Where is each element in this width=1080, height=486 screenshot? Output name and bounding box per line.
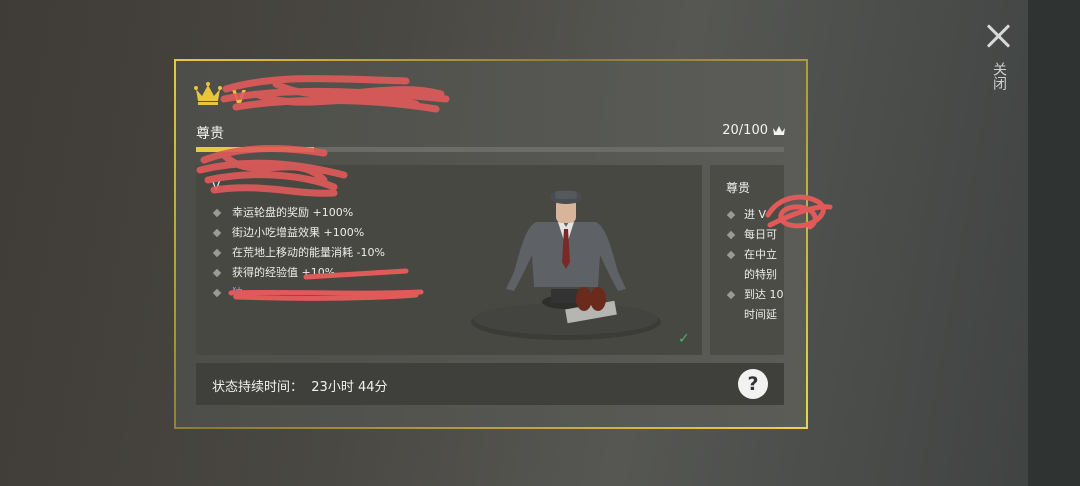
status-duration-bar: 状态持续时间： 23小时 44分 ? bbox=[196, 363, 784, 405]
close-label: 关闭 bbox=[991, 62, 1007, 90]
benefits-card[interactable]: V 幸运轮盘的奖励 +100% 街边小吃增益效果 +100% 在荒地上移动的能量… bbox=[196, 145, 702, 355]
honor-tier-title: 尊贵 bbox=[726, 181, 751, 195]
right-edge-band bbox=[1028, 0, 1080, 486]
crown-icon bbox=[773, 125, 785, 135]
benefits-heading-prefix: V bbox=[212, 179, 221, 193]
list-item: 街边小吃增益效果 +100% bbox=[210, 223, 385, 243]
exclusive-item-link[interactable]: 独 bbox=[210, 283, 385, 303]
vip-progress-bar bbox=[196, 147, 784, 152]
close-button[interactable]: 关闭 bbox=[985, 22, 1013, 102]
check-icon: ✓ bbox=[678, 331, 690, 347]
redaction-scribble bbox=[220, 75, 450, 113]
tab-honor[interactable]: 尊贵 bbox=[196, 123, 224, 143]
list-item: 每日可 bbox=[724, 225, 784, 245]
redaction-scribble bbox=[196, 145, 348, 197]
vip-points-count: 20/100 bbox=[722, 123, 786, 138]
list-item: 进 V bbox=[724, 205, 784, 225]
list-item: 在荒地上移动的能量消耗 -10% bbox=[210, 243, 385, 263]
outfit-preview-image bbox=[471, 190, 661, 340]
vip-progress-fill bbox=[196, 147, 314, 152]
status-duration: 状态持续时间： 23小时 44分 bbox=[212, 380, 388, 395]
list-item: 获得的经验值 +10% bbox=[210, 263, 385, 283]
list-item: 到达 10 bbox=[724, 285, 784, 305]
help-button[interactable]: ? bbox=[738, 369, 768, 399]
list-item: 时间延 bbox=[744, 308, 777, 321]
vip-panel: V 尊贵 20/100 V 幸运轮盘的奖励 +100% 街边小吃增益效果 +10… bbox=[174, 59, 833, 429]
list-item: 在中立 bbox=[724, 245, 784, 265]
honor-tier-card[interactable]: 尊贵 进 V 每日可 在中立 的特别 到达 10 时间延 bbox=[710, 165, 784, 355]
panel-title-prefix: V bbox=[232, 87, 246, 108]
benefits-list: 幸运轮盘的奖励 +100% 街边小吃增益效果 +100% 在荒地上移动的能量消耗… bbox=[210, 203, 385, 303]
close-icon[interactable] bbox=[985, 22, 1013, 50]
vip-points-value: 20/100 bbox=[722, 123, 768, 138]
honor-tier-list: 进 V 每日可 在中立 的特别 到达 10 时间延 bbox=[724, 205, 784, 325]
crown-icon bbox=[194, 82, 222, 105]
list-item: 幸运轮盘的奖励 +100% bbox=[210, 203, 385, 223]
list-item: 的特别 bbox=[744, 268, 777, 281]
